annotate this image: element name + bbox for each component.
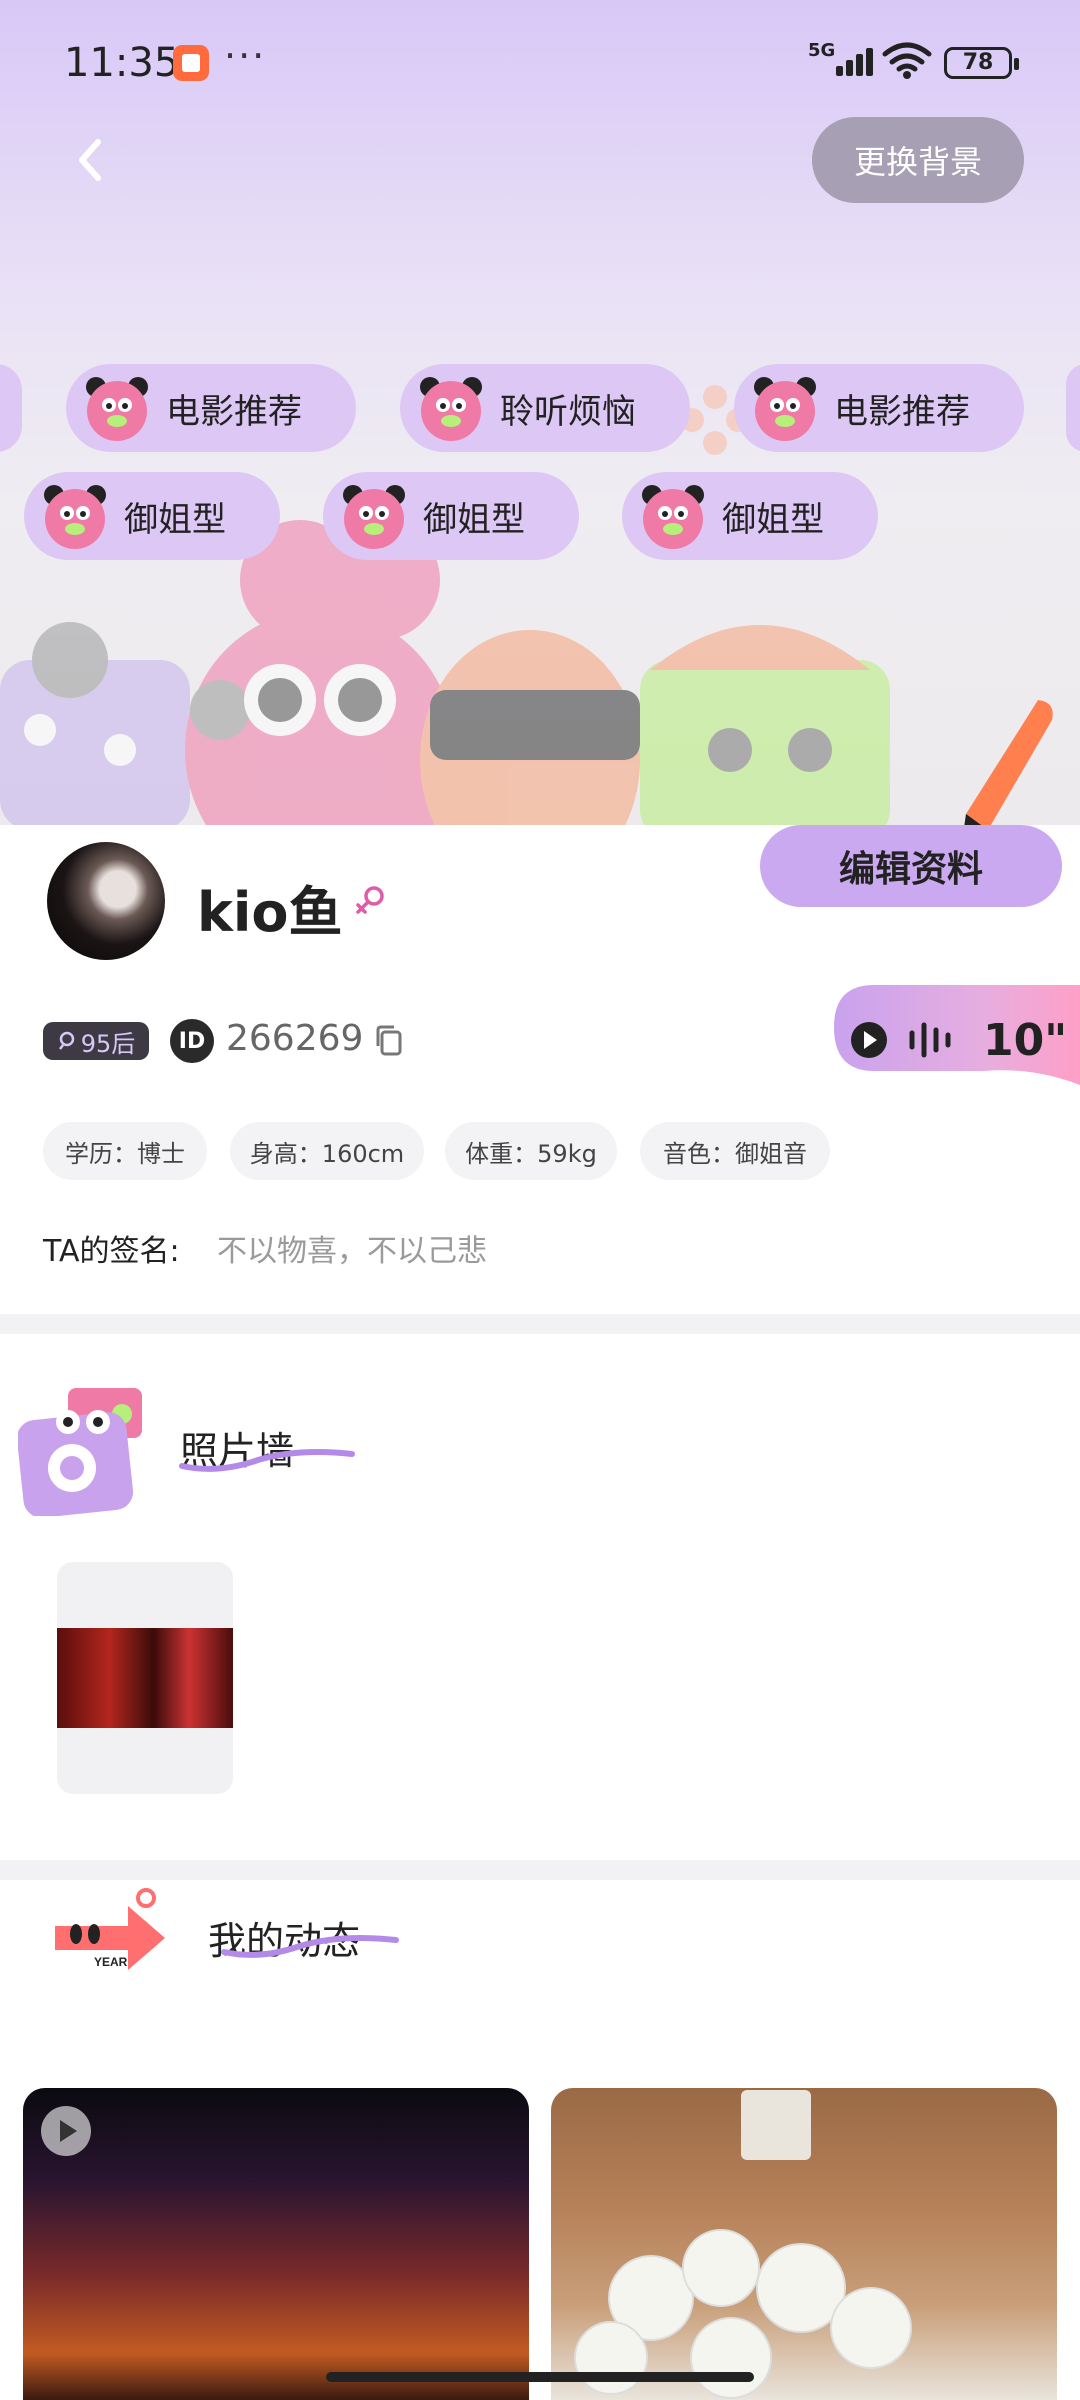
pink-bear-face-icon [40, 481, 110, 551]
camera-sticker-icon [18, 1388, 142, 1516]
status-bar: 11:35 ··· 5G 78 [0, 0, 1080, 120]
pink-bear-face-icon [638, 481, 708, 551]
status-time: 11:35 [64, 40, 180, 86]
signature-label: TA的签名: [43, 1234, 180, 1269]
tag-label: 御姐型 [124, 499, 226, 540]
moment-card-video[interactable] [23, 2088, 529, 2400]
title-underline-decoration [221, 1935, 399, 1958]
pink-bear-face-icon [82, 373, 152, 443]
title-underline-decoration [179, 1449, 355, 1472]
section-divider [0, 1860, 1080, 1880]
cartoon-characters-illustration [0, 520, 890, 830]
photo-wall-item[interactable] [57, 1562, 233, 1794]
flowers-photo [574, 2090, 912, 2399]
pink-bear-face-icon [750, 373, 820, 443]
cellular-signal-icon: 5G [808, 40, 878, 80]
pink-bear-face-icon [339, 481, 409, 551]
signature-text: 不以物喜，不以己悲 [217, 1234, 487, 1269]
tag-chip[interactable]: 御姐型 [24, 472, 280, 560]
user-id-number: 266269 [226, 1018, 364, 1059]
section-divider [0, 1314, 1080, 1334]
attribute-chip-voice-type: 音色：御姐音 [640, 1122, 830, 1180]
tag-chip[interactable]: 电影推荐 [66, 364, 356, 452]
tag-chip[interactable]: 聆听烦恼 [400, 364, 690, 452]
tag-chip[interactable]: 御姐型 [323, 472, 579, 560]
svg-text:YEAR: YEAR [94, 1955, 128, 1969]
attribute-chip-height: 身高：160cm [230, 1122, 424, 1180]
home-indicator[interactable] [326, 2372, 754, 2382]
wifi-icon [882, 42, 932, 79]
tag-label: 电影推荐 [166, 391, 302, 432]
tag-chip-partial[interactable] [1066, 364, 1080, 452]
tag-label: 聆听烦恼 [500, 391, 636, 432]
female-gender-icon [356, 886, 384, 914]
age-group-badge: 95后 [43, 1022, 149, 1060]
change-background-button[interactable]: 更换背景 [812, 117, 1024, 203]
nickname: kio鱼 [197, 881, 343, 944]
voice-duration: 10" [983, 1015, 1068, 1066]
tag-label: 御姐型 [722, 499, 824, 540]
back-arrow-icon[interactable] [62, 130, 122, 190]
tag-chip[interactable]: 御姐型 [622, 472, 878, 560]
copy-icon[interactable] [374, 1024, 404, 1058]
pink-bear-face-icon [416, 373, 486, 443]
battery-icon: 78 [944, 47, 1019, 79]
location-pin-icon [58, 1031, 74, 1050]
more-notifications-icon: ··· [224, 34, 267, 78]
app-notification-icon [173, 45, 209, 81]
id-icon: ID [170, 1019, 214, 1063]
tag-label: 电影推荐 [834, 391, 970, 432]
edit-profile-button[interactable]: 编辑资料 [760, 825, 1062, 907]
year-sticker-icon: YEAR [55, 1888, 165, 1970]
attribute-chip-education: 学历：博士 [43, 1122, 207, 1180]
moment-card-photo[interactable] [551, 2088, 1057, 2400]
video-play-icon [41, 2106, 91, 2156]
attribute-chip-weight: 体重：59kg [445, 1122, 617, 1180]
photo-thumbnail [57, 1628, 233, 1728]
tag-label: 御姐型 [423, 499, 525, 540]
tag-chip[interactable]: 电影推荐 [734, 364, 1024, 452]
avatar[interactable] [47, 842, 165, 960]
